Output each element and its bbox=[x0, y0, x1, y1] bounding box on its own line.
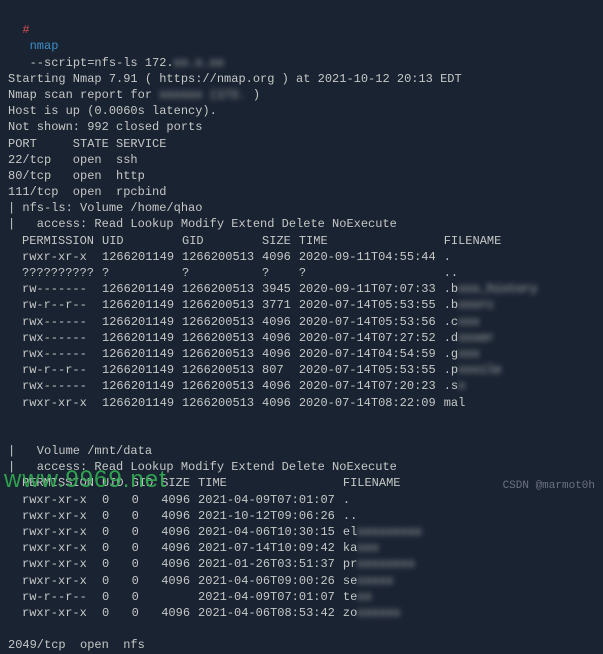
ip-blur: xx.x.xx bbox=[174, 55, 224, 71]
table-row: rw-r--r--1266201149126620051337712020-07… bbox=[8, 297, 545, 313]
command-line[interactable]: # nmap --script=nfs-ls 172.xx.x.xx bbox=[8, 6, 595, 71]
nfs-access-1: | access: Read Lookup Modify Extend Dele… bbox=[8, 216, 595, 232]
prompt-hash: # bbox=[22, 23, 29, 37]
not-shown: Not shown: 992 closed ports bbox=[8, 119, 595, 135]
table-row: rwx------1266201149126620051340962020-07… bbox=[8, 378, 545, 394]
tail-port: 2049/tcp open nfs bbox=[8, 637, 595, 653]
scan-report: Nmap scan report for xxxxxx (172. ) bbox=[8, 87, 595, 103]
nfs-volume-1: | nfs-ls: Volume /home/qhao bbox=[8, 200, 595, 216]
table-row: rw-r--r--002021-04-09T07:01:07texx bbox=[8, 589, 430, 605]
table-row: rwxr-xr-x1266201149126620051340962020-07… bbox=[8, 395, 545, 411]
table-row: rwxr-xr-x0040962021-07-14T10:09:42kaxxx bbox=[8, 540, 430, 556]
ports-header: PORT STATE SERVICE bbox=[8, 136, 595, 152]
command-name: nmap bbox=[30, 39, 59, 53]
table-row: rwxr-xr-x0040962021-04-06T10:30:15elxxxx… bbox=[8, 524, 430, 540]
nfs-table-1: PERMISSIONUIDGIDSIZETIMEFILENAME rwxr-xr… bbox=[8, 233, 545, 411]
table-row: rwxr-xr-x0040962021-04-06T09:00:26sexxxx… bbox=[8, 573, 430, 589]
command-args: --script=nfs-ls 172. bbox=[30, 56, 174, 70]
table-row: rwxr-xr-x0040962021-04-06T08:53:42zoxxxx… bbox=[8, 605, 430, 621]
port-row: 80/tcp open http bbox=[8, 168, 595, 184]
nfs-table-2: PERMISSIONUIDGIDSIZETIMEFILENAME rwxr-xr… bbox=[8, 475, 430, 621]
host-up: Host is up (0.0060s latency). bbox=[8, 103, 595, 119]
port-row: 22/tcp open ssh bbox=[8, 152, 595, 168]
table-row: rwx------1266201149126620051340962020-07… bbox=[8, 314, 545, 330]
table-row: ??????????????.. bbox=[8, 265, 545, 281]
table-row: rw-r--r--126620114912662005138072020-07-… bbox=[8, 362, 545, 378]
table-row: rwx------1266201149126620051340962020-07… bbox=[8, 330, 545, 346]
nfs-volume-2: | Volume /mnt/data bbox=[8, 443, 595, 459]
start-line: Starting Nmap 7.91 ( https://nmap.org ) … bbox=[8, 71, 595, 87]
table-row: rw-------1266201149126620051339452020-09… bbox=[8, 281, 545, 297]
watermark: www.9969.net bbox=[4, 464, 167, 496]
port-row: 111/tcp open rpcbind bbox=[8, 184, 595, 200]
table-row: rwxr-xr-x0040962021-01-26T03:51:37prxxxx… bbox=[8, 556, 430, 572]
table-row: rwxr-xr-x0040962021-10-12T09:06:26.. bbox=[8, 508, 430, 524]
table-row: rwx------1266201149126620051340962020-07… bbox=[8, 346, 545, 362]
ports-list: 22/tcp open ssh80/tcp open http111/tcp o… bbox=[8, 152, 595, 201]
table-row: rwxr-xr-x1266201149126620051340962020-09… bbox=[8, 249, 545, 265]
table-header: PERMISSIONUIDGIDSIZETIMEFILENAME bbox=[8, 233, 545, 249]
credit: CSDN @marmot0h bbox=[503, 479, 595, 494]
